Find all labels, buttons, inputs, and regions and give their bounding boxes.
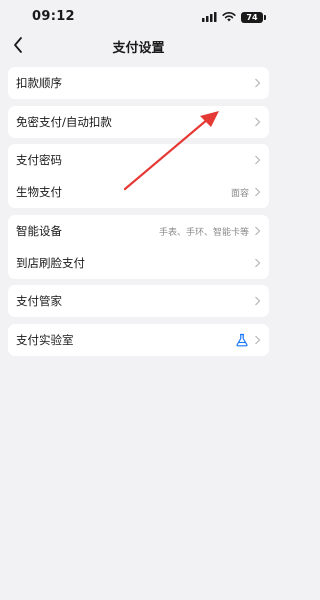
settings-row-biometric-pay[interactable]: 生物支付 面容 (8, 176, 269, 208)
section-devices: 智能设备 手表、手环、智能卡等 到店刷脸支付 (8, 215, 269, 279)
section-deduction-order: 扣款顺序 (8, 67, 269, 99)
chevron-right-icon (255, 258, 261, 268)
status-icons: 74 (202, 10, 266, 24)
section-payment-manager: 支付管家 (8, 285, 269, 317)
settings-row-smart-devices[interactable]: 智能设备 手表、手环、智能卡等 (8, 215, 269, 247)
status-bar: 09:12 74 (0, 0, 277, 34)
chevron-right-icon (255, 187, 261, 197)
chevron-right-icon (255, 78, 261, 88)
flask-icon (236, 333, 248, 347)
settings-row-face-pay-in-store[interactable]: 到店刷脸支付 (8, 247, 269, 279)
row-label: 生物支付 (16, 185, 62, 199)
chevron-right-icon (255, 296, 261, 306)
section-security: 支付密码 生物支付 面容 (8, 144, 269, 208)
row-label: 到店刷脸支付 (16, 256, 85, 270)
chevron-right-icon (255, 117, 261, 127)
wifi-icon (222, 12, 236, 22)
settings-row-payment-password[interactable]: 支付密码 (8, 144, 269, 176)
battery-icon: 74 (241, 11, 266, 23)
row-label: 免密支付/自动扣款 (16, 115, 112, 129)
section-payment-lab: 支付实验室 (8, 324, 269, 356)
row-value: 面容 (230, 188, 249, 199)
row-label: 扣款顺序 (16, 76, 62, 90)
chevron-right-icon (255, 226, 261, 236)
settings-row-payment-lab[interactable]: 支付实验室 (8, 324, 269, 356)
chevron-right-icon (255, 335, 261, 345)
row-value: 手表、手环、智能卡等 (158, 227, 249, 238)
chevron-right-icon (255, 155, 261, 165)
row-label: 支付实验室 (16, 333, 74, 347)
page-title: 支付设置 (112, 41, 165, 56)
row-label: 支付密码 (16, 153, 62, 167)
row-label: 支付管家 (16, 294, 62, 308)
row-label: 智能设备 (16, 224, 62, 238)
section-password-free: 免密支付/自动扣款 (8, 106, 269, 138)
settings-row-payment-manager[interactable]: 支付管家 (8, 285, 269, 317)
status-time: 09:12 (32, 9, 75, 24)
battery-level: 74 (246, 12, 258, 22)
settings-row-password-free[interactable]: 免密支付/自动扣款 (8, 106, 269, 138)
nav-bar: 支付设置 (0, 34, 277, 58)
signal-icon (202, 12, 217, 22)
settings-row-deduction-order[interactable]: 扣款顺序 (8, 67, 269, 99)
